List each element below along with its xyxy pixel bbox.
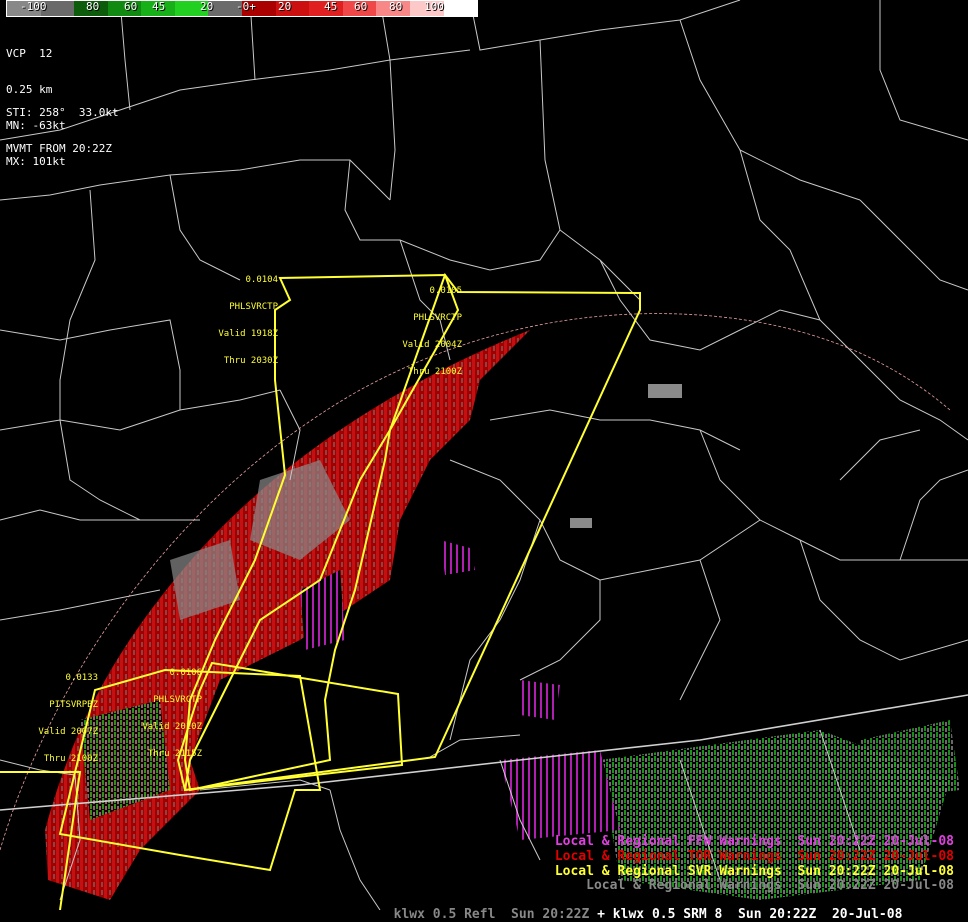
warning-label: 0.0133 PITSVRPBZ Valid 2007Z Thru 2100Z xyxy=(20,656,98,773)
sti-text: STI: 258° 33.0kt xyxy=(6,106,119,119)
warning-thru: Thru 2100Z xyxy=(407,367,462,377)
scale-label: 100 xyxy=(424,0,444,13)
warning-id: 0.0133 xyxy=(65,673,98,683)
warning-thru: Thru 2100Z xyxy=(43,754,98,764)
scale-label: -100 xyxy=(20,0,47,13)
vcp-text: VCP 12 xyxy=(6,47,53,60)
footer-refl-product: klwx 0.5 Refl Sun 20:22Z xyxy=(393,907,590,922)
warning-valid: Valid 1918Z xyxy=(218,329,278,339)
warning-valid: Valid 2007Z xyxy=(38,727,98,737)
warning-valid: Valid 2004Z xyxy=(402,340,462,350)
warning-product: PHLSVRCTP xyxy=(229,302,278,312)
movement-text: MVMT FROM 20:22Z xyxy=(6,142,112,155)
warning-label: 0.0106 PHLSVRCTP Valid 2010Z Thru 2115Z xyxy=(122,651,202,768)
warning-id: 0.0106 xyxy=(169,668,202,678)
scale-label: 20 xyxy=(278,0,292,13)
warning-id: 0.0104 xyxy=(245,275,278,285)
warning-valid: Valid 2010Z xyxy=(142,722,202,732)
warning-thru: Thru 2115Z xyxy=(147,749,202,759)
warning-label: 0.0104 PHLSVRCTP Valid 1918Z Thru 2030Z xyxy=(198,258,278,375)
warning-legend-ffw: Local & Regional FFW Warnings Sun 20:22Z… xyxy=(554,834,954,849)
scale-label: 60 xyxy=(124,0,138,13)
scale-label: -0+ xyxy=(236,0,256,13)
footer-srm-product: + klwx 0.5 SRM 8 Sun 20:22Z 20-Jul-08 xyxy=(589,907,903,922)
storm-motion-panel: STI: 258° 33.0kt MVMT FROM 20:22Z xyxy=(6,83,119,167)
scale-label: 60 xyxy=(354,0,368,13)
scale-label: 80 xyxy=(389,0,403,13)
warning-product: PITSVRPBZ xyxy=(49,700,98,710)
product-footer: klwx 0.5 Refl Sun 20:22Z + klwx 0.5 SRM … xyxy=(378,892,903,922)
scale-label: 20 xyxy=(200,0,214,13)
radar-map xyxy=(0,0,968,910)
warning-product: PHLSVRCTP xyxy=(413,313,462,323)
warning-legend-svr: Local & Regional SVR Warnings Sun 20:22Z… xyxy=(554,864,954,879)
warning-product: PHLSVRCTP xyxy=(153,695,202,705)
scale-label: 80 xyxy=(86,0,100,13)
warning-thru: Thru 2030Z xyxy=(223,356,278,366)
warning-label: 0.0105 PHLSVRCTP Valid 2004Z Thru 2100Z xyxy=(380,269,462,386)
color-scale-labels: -100 80 60 45 20 -0+ 20 45 60 80 100 xyxy=(6,0,478,14)
scale-label: 45 xyxy=(324,0,338,13)
scale-label: 45 xyxy=(152,0,166,13)
warning-legend-tor: Local & Regional TOR Warnings Sun 20:22Z… xyxy=(554,849,954,864)
warning-legend-all: Local & Regional Warnings Sun 20:22Z 20-… xyxy=(586,878,954,893)
warning-id: 0.0105 xyxy=(429,286,462,296)
